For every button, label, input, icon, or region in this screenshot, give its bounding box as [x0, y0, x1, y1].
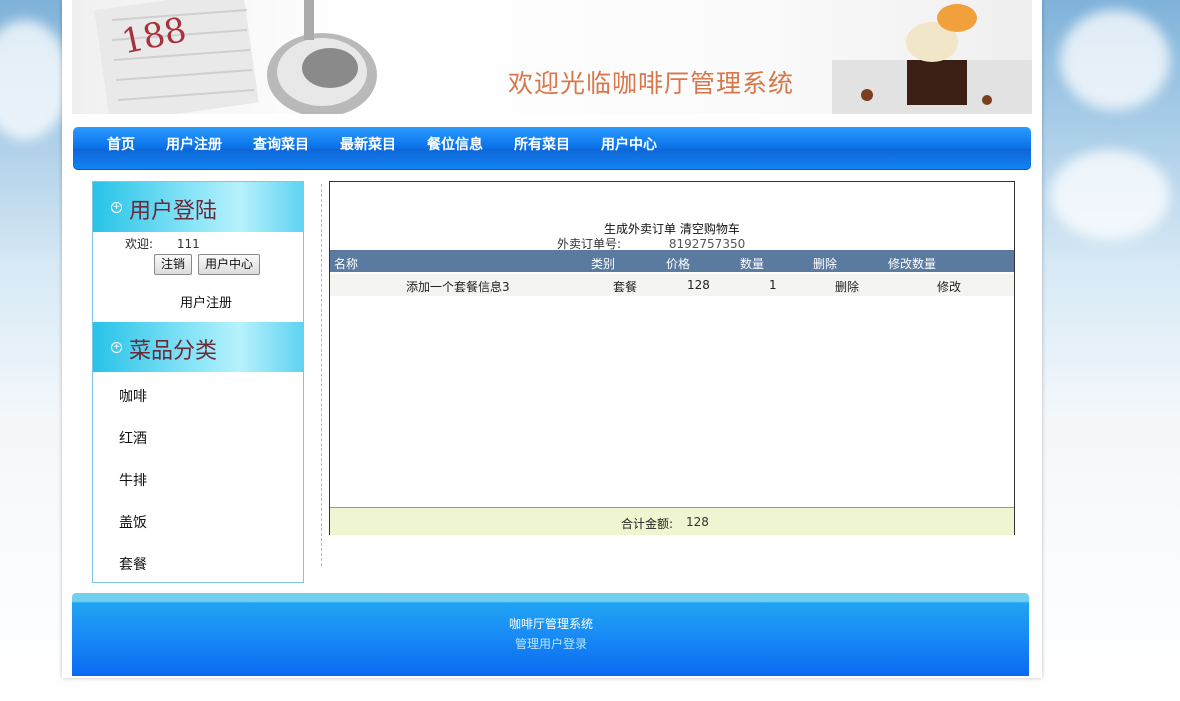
- plus-circle-icon: +: [111, 202, 122, 213]
- row-qty: 1: [769, 278, 777, 292]
- logout-button[interactable]: 注销: [154, 254, 193, 275]
- sky-cloud: [0, 20, 70, 140]
- category-wine[interactable]: 红酒: [119, 428, 147, 448]
- welcome-label: 欢迎:: [125, 237, 154, 251]
- col-qty: 数量: [740, 257, 765, 271]
- nav-latest-menu[interactable]: 最新菜目: [340, 134, 396, 154]
- cart-panel: 生成外卖订单 清空购物车 外卖订单号: 8192757350 名称 类别 价格 …: [329, 181, 1015, 535]
- welcome-text: 欢迎: 111: [125, 235, 200, 252]
- nav-user-center[interactable]: 用户中心: [601, 134, 657, 154]
- nav-all-menu[interactable]: 所有菜目: [514, 134, 570, 154]
- plus-circle-icon: +: [111, 342, 122, 353]
- admin-login-link[interactable]: 管理用户登录: [515, 635, 587, 652]
- row-modify-link[interactable]: 修改: [937, 278, 961, 295]
- nav-search-menu[interactable]: 查询菜目: [253, 134, 309, 154]
- category-set-meal[interactable]: 套餐: [119, 554, 147, 574]
- row-delete-link[interactable]: 删除: [835, 278, 859, 295]
- nav-table-info[interactable]: 餐位信息: [427, 134, 483, 154]
- col-price: 价格: [666, 257, 691, 271]
- col-category: 类别: [591, 257, 616, 271]
- row-price: 128: [687, 278, 710, 292]
- order-number-value: 8192757350: [668, 237, 746, 251]
- sky-cloud: [1060, 10, 1170, 110]
- row-name: 添加一个套餐信息3: [406, 280, 510, 294]
- category-rice[interactable]: 盖饭: [119, 512, 147, 532]
- page-container: 188 欢迎光临咖啡厅管理系统 首页 用户注册 查询菜目 最新菜目 餐位信息 所…: [62, 0, 1042, 678]
- table-row: 添加一个套餐信息3 套餐 128 1 删除 修改: [330, 274, 1014, 296]
- category-coffee[interactable]: 咖啡: [119, 386, 147, 406]
- category-steak[interactable]: 牛排: [119, 470, 147, 490]
- column-divider: [321, 184, 322, 566]
- sky-cloud: [1050, 150, 1170, 240]
- login-panel-header: + 用户登陆: [93, 182, 303, 232]
- footer-system-name: 咖啡厅管理系统: [509, 617, 594, 631]
- cart-total-row: 合计金额: 128: [330, 507, 1014, 535]
- login-panel-title: 用户登陆: [129, 199, 218, 224]
- nav-register[interactable]: 用户注册: [166, 134, 222, 154]
- banner-title: 欢迎光临咖啡厅管理系统: [508, 69, 795, 98]
- col-modify-qty: 修改数量: [888, 257, 937, 271]
- clear-cart-link[interactable]: 清空购物车: [680, 222, 740, 236]
- footer: 咖啡厅管理系统 管理用户登录: [72, 593, 1029, 676]
- col-name: 名称: [334, 257, 359, 271]
- col-delete: 删除: [813, 257, 838, 271]
- row-category: 套餐: [613, 280, 638, 294]
- category-panel-title: 菜品分类: [129, 339, 218, 364]
- order-number-label: 外卖订单号:: [557, 237, 622, 251]
- sidebar: + 用户登陆 欢迎: 111 注销 用户中心 用户注册 + 菜品分类 咖啡 红酒…: [92, 181, 304, 583]
- cart-table-header: 名称 类别 价格 数量 删除 修改数量: [330, 250, 1014, 272]
- total-value: 128: [686, 515, 709, 529]
- user-center-button[interactable]: 用户中心: [198, 254, 261, 275]
- username: 111: [176, 237, 200, 251]
- nav-home[interactable]: 首页: [107, 134, 135, 154]
- generate-order-link[interactable]: 生成外卖订单: [604, 222, 676, 236]
- register-link[interactable]: 用户注册: [180, 292, 232, 311]
- category-panel-header: + 菜品分类: [93, 322, 303, 372]
- total-label: 合计金额:: [621, 517, 674, 531]
- main-nav: 首页 用户注册 查询菜目 最新菜目 餐位信息 所有菜目 用户中心: [73, 127, 1031, 170]
- header-banner: 188 欢迎光临咖啡厅管理系统: [72, 0, 1032, 114]
